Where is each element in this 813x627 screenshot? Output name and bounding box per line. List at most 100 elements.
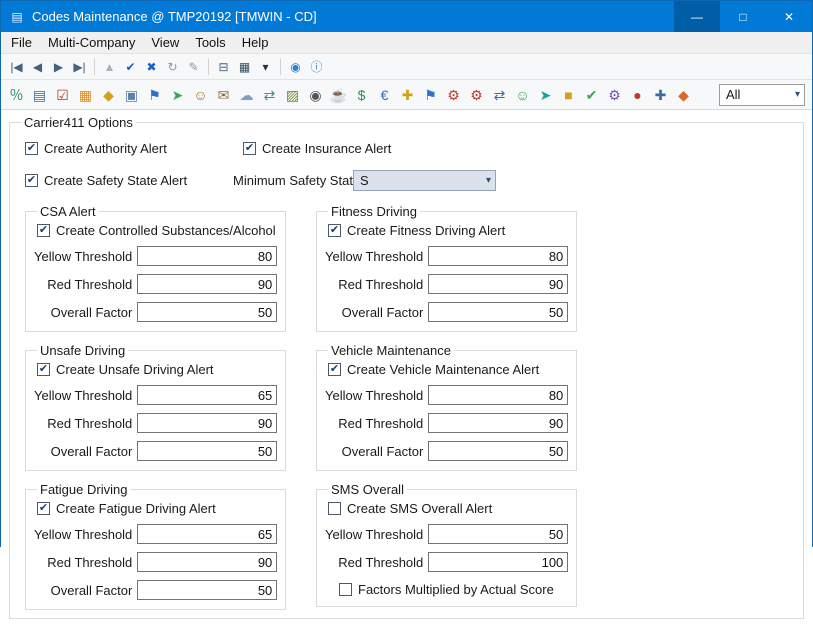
module-filter-dropdown[interactable]: All ▾ <box>719 84 805 106</box>
notes-icon[interactable]: ▤ <box>28 84 51 106</box>
menu-file[interactable]: File <box>3 33 40 52</box>
app-icon: ▤ <box>9 10 25 24</box>
fitness-overall-factor-input[interactable] <box>428 302 568 322</box>
previous-record-icon[interactable]: ◀ <box>27 56 48 78</box>
fitness-red-threshold-input[interactable] <box>428 274 568 294</box>
field-row: Yellow Threshold <box>325 385 568 405</box>
tools-blue-icon[interactable]: ✚ <box>649 84 672 106</box>
sms-overall-checkbox[interactable] <box>328 502 341 515</box>
safety-state-alert-checkbox[interactable] <box>25 174 38 187</box>
fitness-driving-checkbox[interactable] <box>328 224 341 237</box>
last-record-icon[interactable]: ▶| <box>69 56 90 78</box>
vehicle-red-threshold-input[interactable] <box>428 413 568 433</box>
car-red-icon[interactable]: ● <box>626 84 649 106</box>
field-row: Overall Factor <box>325 441 568 461</box>
transfer-icon[interactable]: ⇄ <box>258 84 281 106</box>
minimum-safety-state-dropdown[interactable]: S ▾ <box>353 170 496 191</box>
doc-copy-icon[interactable]: ▣ <box>120 84 143 106</box>
shield-icon[interactable]: ◆ <box>97 84 120 106</box>
print-icon[interactable]: ⊟ <box>213 56 234 78</box>
pallet-icon[interactable]: ▦ <box>74 84 97 106</box>
app-window: ▤ Codes Maintenance @ TMP20192 [TMWIN - … <box>0 0 813 547</box>
group-title: Vehicle Maintenance <box>328 343 454 358</box>
driver-icon[interactable]: ☺ <box>189 84 212 106</box>
fuel-icon[interactable]: ☕ <box>327 84 350 106</box>
menu-view[interactable]: View <box>143 33 187 52</box>
unsafe-yellow-threshold-input[interactable] <box>137 385 277 405</box>
field-row: Red Threshold <box>325 274 568 294</box>
authority-alert-checkbox[interactable] <box>25 142 38 155</box>
safety-state-alert-option: Create Safety State Alert <box>25 173 233 188</box>
chevron-down-icon: ▾ <box>795 89 800 100</box>
csa-overall-factor-input[interactable] <box>137 302 277 322</box>
unsafe-driving-checkbox[interactable] <box>37 363 50 376</box>
factors-multiplied-checkbox[interactable] <box>339 583 352 596</box>
insurance-alert-option: Create Insurance Alert <box>243 141 391 156</box>
web-icon[interactable]: ◉ <box>285 56 306 78</box>
save-check-icon[interactable]: ✔ <box>120 56 141 78</box>
flag-icon[interactable]: ⚑ <box>143 84 166 106</box>
csa-alert-option: Create Controlled Substances/Alcohol <box>37 223 277 238</box>
insurance-alert-checkbox[interactable] <box>243 142 256 155</box>
first-record-icon[interactable]: |◀ <box>6 56 27 78</box>
gear-red2-icon[interactable]: ⚙ <box>465 84 488 106</box>
check-green-icon[interactable]: ✔ <box>580 84 603 106</box>
checklist-icon[interactable]: ☑ <box>51 84 74 106</box>
close-button[interactable]: ✕ <box>766 1 812 32</box>
arrow-teal-icon[interactable]: ➤ <box>534 84 557 106</box>
route-icon[interactable]: ⇄ <box>488 84 511 106</box>
info-icon[interactable]: ⓘ <box>306 56 327 78</box>
camera-icon[interactable]: ◉ <box>304 84 327 106</box>
next-record-icon[interactable]: ▶ <box>48 56 69 78</box>
maximize-button[interactable]: □ <box>720 1 766 32</box>
gear-purple-icon[interactable]: ⚙ <box>603 84 626 106</box>
field-row: Yellow Threshold <box>34 385 277 405</box>
group-title: Fitness Driving <box>328 204 420 219</box>
menu-help[interactable]: Help <box>234 33 277 52</box>
unsafe-overall-factor-input[interactable] <box>137 441 277 461</box>
field-row: Yellow Threshold <box>34 246 277 266</box>
fatigue-red-threshold-input[interactable] <box>137 552 277 572</box>
scales-icon[interactable]: ✚ <box>396 84 419 106</box>
field-label: Overall Factor <box>34 583 137 598</box>
cloud-icon[interactable]: ☁ <box>235 84 258 106</box>
field-label: Overall Factor <box>325 305 428 320</box>
fitness-yellow-threshold-input[interactable] <box>428 246 568 266</box>
export-icon[interactable]: ▦ <box>234 56 255 78</box>
droplet-icon[interactable]: ◆ <box>672 84 695 106</box>
csa-red-threshold-input[interactable] <box>137 274 277 294</box>
refresh-icon[interactable]: ↻ <box>162 56 183 78</box>
csa-yellow-threshold-input[interactable] <box>137 246 277 266</box>
gear-red-icon[interactable]: ⚙ <box>442 84 465 106</box>
people-icon[interactable]: ☺ <box>511 84 534 106</box>
vehicle-yellow-threshold-input[interactable] <box>428 385 568 405</box>
fatigue-driving-checkbox[interactable] <box>37 502 50 515</box>
flag2-icon[interactable]: ⚑ <box>419 84 442 106</box>
eraser-icon[interactable]: ✎ <box>183 56 204 78</box>
field-label: Red Threshold <box>34 277 137 292</box>
minimize-button[interactable]: — <box>674 1 720 32</box>
sms-yellow-threshold-input[interactable] <box>428 524 568 544</box>
fatigue-yellow-threshold-input[interactable] <box>137 524 277 544</box>
unsafe-driving-option: Create Unsafe Driving Alert <box>37 362 277 377</box>
sms-red-threshold-input[interactable] <box>428 552 568 572</box>
vehicle-overall-factor-input[interactable] <box>428 441 568 461</box>
fatigue-overall-factor-input[interactable] <box>137 580 277 600</box>
mail-icon[interactable]: ✉ <box>212 84 235 106</box>
box-yellow-icon[interactable]: ■ <box>557 84 580 106</box>
vehicle-maintenance-checkbox[interactable] <box>328 363 341 376</box>
up-icon[interactable]: ▲ <box>99 56 120 78</box>
menu-tools[interactable]: Tools <box>187 33 233 52</box>
unsafe-red-threshold-input[interactable] <box>137 413 277 433</box>
cancel-x-icon[interactable]: ✖ <box>141 56 162 78</box>
export-dropdown-icon[interactable]: ▾ <box>255 56 276 78</box>
currency-icon[interactable]: € <box>373 84 396 106</box>
field-label: Red Threshold <box>34 555 137 570</box>
menu-multi-company[interactable]: Multi-Company <box>40 33 143 52</box>
cash-icon[interactable]: $ <box>350 84 373 106</box>
csa-alert-checkbox[interactable] <box>37 224 50 237</box>
percent-icon[interactable]: ％ <box>5 84 28 106</box>
truck-icon[interactable]: ➤ <box>166 84 189 106</box>
ledger-icon[interactable]: ▨ <box>281 84 304 106</box>
field-label: Yellow Threshold <box>34 249 137 264</box>
